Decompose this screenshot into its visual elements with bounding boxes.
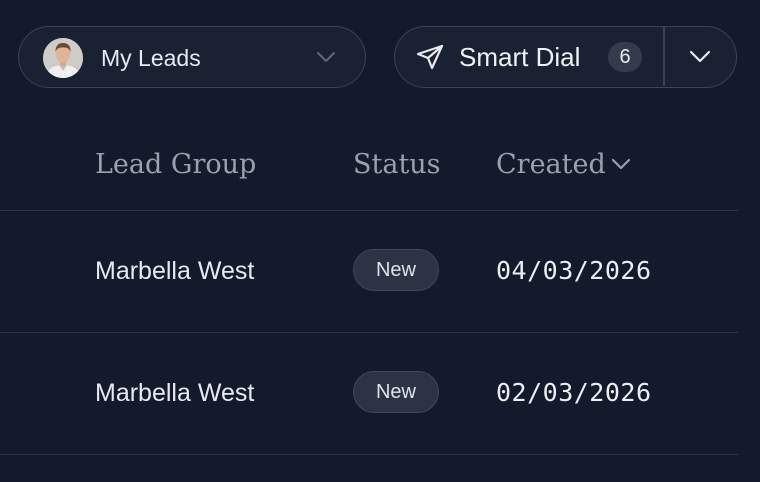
created-date-cell: 04/03/2026 <box>496 256 652 285</box>
chevron-down-icon <box>689 50 711 63</box>
column-header-created[interactable]: Created <box>496 148 606 182</box>
smart-dial-count-badge: 6 <box>608 42 642 72</box>
send-icon <box>416 44 444 70</box>
avatar <box>43 38 83 78</box>
lead-filter-dropdown[interactable]: My Leads <box>18 26 366 88</box>
smart-dial-label: Smart Dial <box>459 42 581 72</box>
table-row[interactable]: Marbella West New 04/03/2026 <box>0 211 738 333</box>
status-badge: New <box>353 249 439 291</box>
toolbar: My Leads Smart Dial 6 <box>0 0 760 110</box>
column-header-lead-group[interactable]: Lead Group <box>95 148 256 182</box>
column-header-status[interactable]: Status <box>353 148 441 182</box>
lead-group-cell: Marbella West <box>95 379 255 407</box>
lead-filter-label: My Leads <box>101 45 201 71</box>
created-date-cell: 02/03/2026 <box>496 378 652 407</box>
status-badge: New <box>353 371 439 413</box>
sort-chevron-down-icon[interactable] <box>611 157 631 171</box>
user-avatar-icon <box>43 38 83 78</box>
table-row[interactable]: Marbella West New 02/03/2026 <box>0 333 738 455</box>
smart-dial-button[interactable]: Smart Dial 6 <box>395 27 663 86</box>
chevron-down-icon <box>317 52 335 62</box>
smart-dial-split-button: Smart Dial 6 <box>394 26 737 88</box>
lead-group-cell: Marbella West <box>95 257 255 285</box>
smart-dial-options-button[interactable] <box>665 27 736 86</box>
